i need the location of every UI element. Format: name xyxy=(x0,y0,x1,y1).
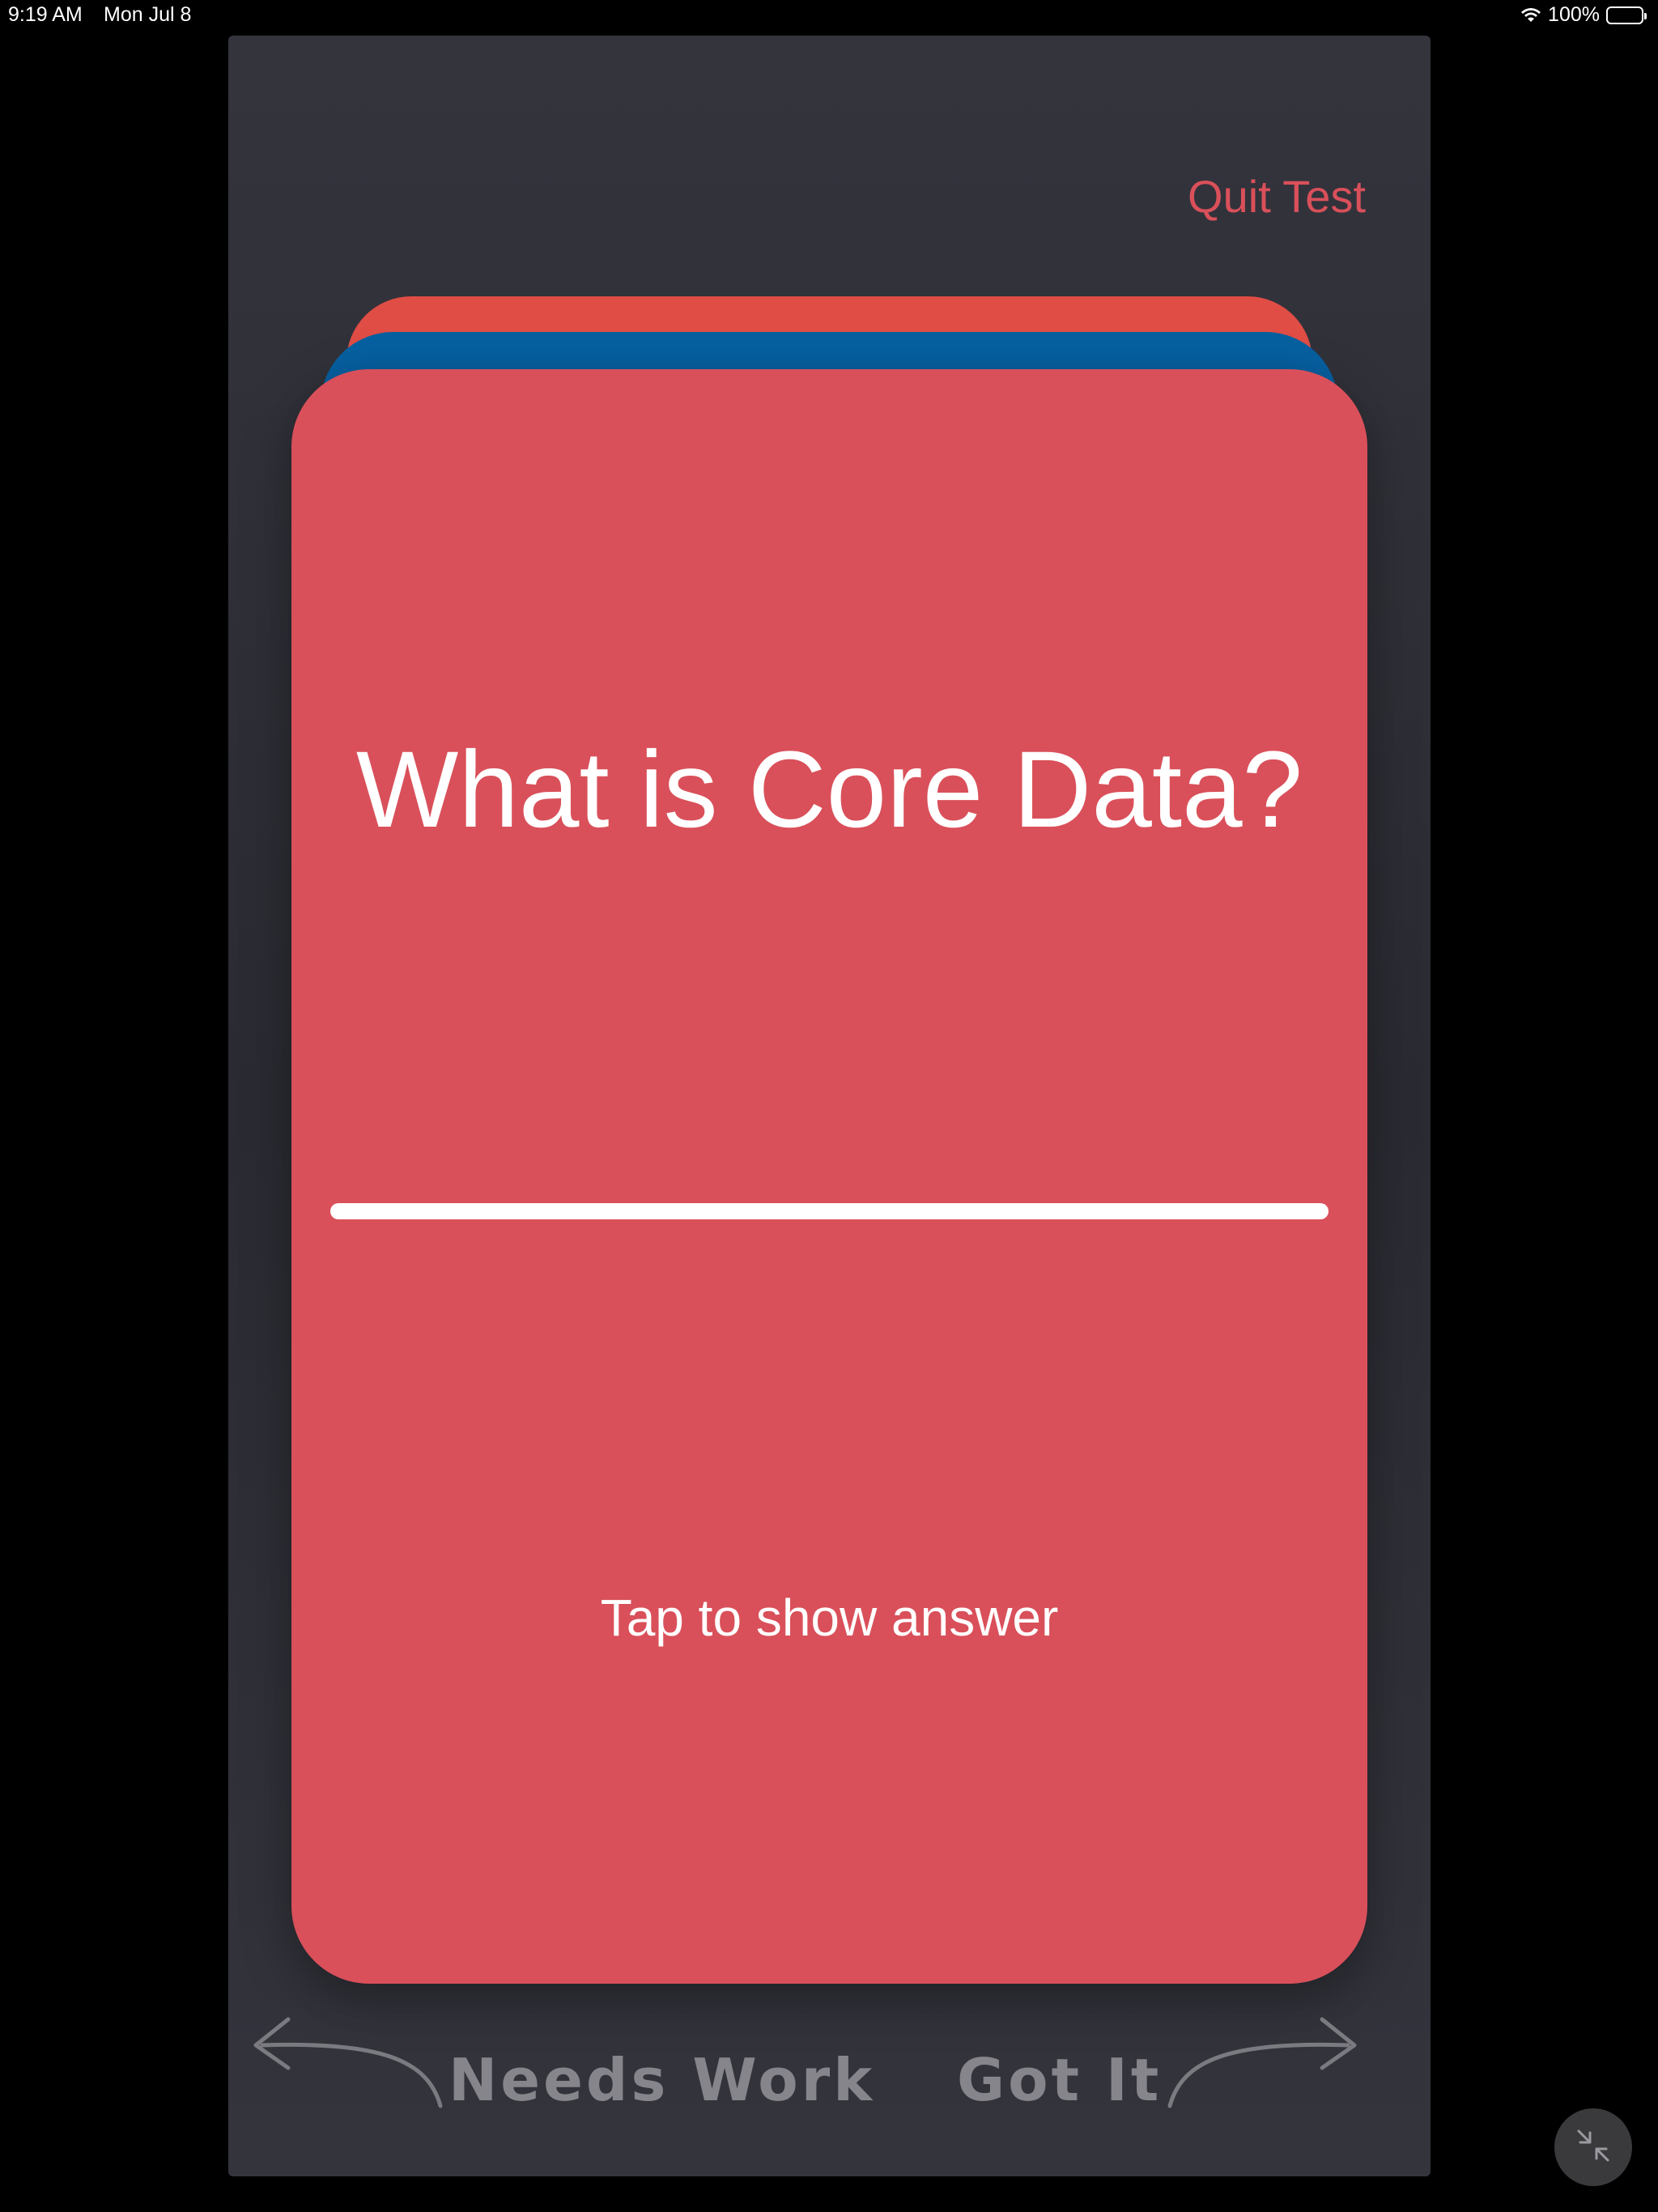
battery-icon xyxy=(1606,6,1647,24)
needs-work-label: Needs Work xyxy=(449,2046,876,2114)
swipe-right-hint: Got It xyxy=(957,2005,1364,2114)
collapse-arrows-icon xyxy=(1574,2126,1613,2169)
flashcard-test-panel: Quit Test What is Core Data? Tap to show… xyxy=(228,36,1431,2176)
wifi-icon xyxy=(1520,7,1541,23)
collapse-button[interactable] xyxy=(1554,2108,1632,2186)
status-bar: 9:19 AM Mon Jul 8 100% xyxy=(0,0,1658,32)
status-indicators: 100% xyxy=(1520,3,1647,27)
curved-arrow-right-icon xyxy=(1162,2005,1364,2114)
swipe-left-hint: Needs Work xyxy=(246,2005,875,2114)
battery-percent: 100% xyxy=(1548,3,1600,26)
card-divider xyxy=(330,1203,1329,1219)
status-date: Mon Jul 8 xyxy=(104,3,192,26)
tap-to-show-answer: Tap to show answer xyxy=(600,1589,1059,1647)
flashcard[interactable]: What is Core Data? Tap to show answer xyxy=(291,369,1367,1984)
quit-test-button[interactable]: Quit Test xyxy=(1188,170,1366,223)
card-question: What is Core Data? xyxy=(355,730,1303,850)
got-it-label: Got It xyxy=(957,2046,1163,2114)
curved-arrow-left-icon xyxy=(246,2005,449,2114)
status-time: 9:19 AM xyxy=(8,3,83,26)
